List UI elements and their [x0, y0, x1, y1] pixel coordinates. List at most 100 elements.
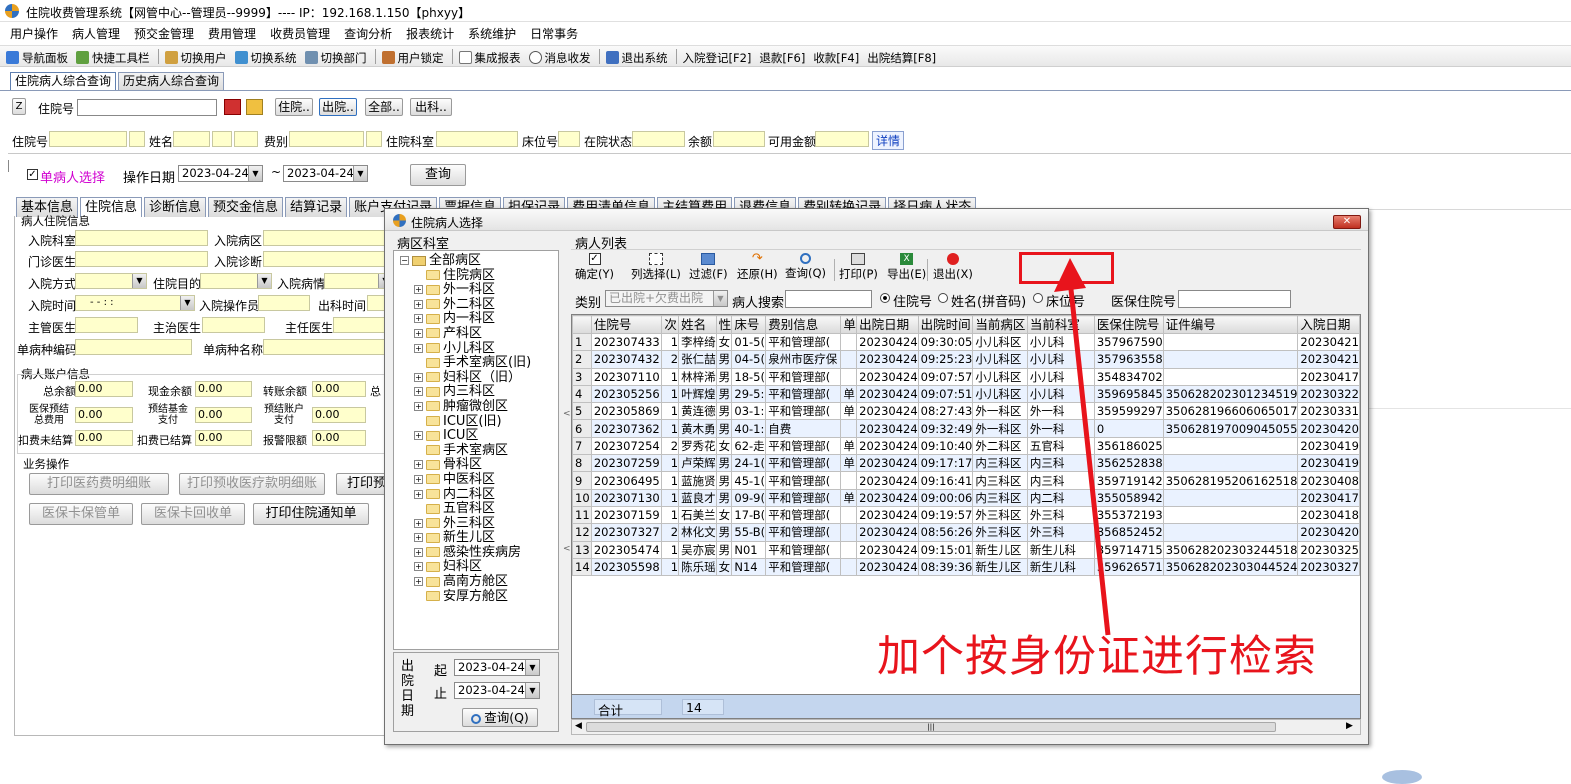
tab-diagnosis[interactable]: 诊断信息 — [144, 197, 207, 217]
tree-item[interactable]: + 中医科区 — [400, 472, 558, 488]
table-row[interactable]: 14 202305598 1 陈乐瑶女 N14 平和管理部(20230424 08:39:3… — [572, 557, 1360, 577]
expand-icon[interactable]: + — [414, 285, 423, 295]
chevron-down-icon[interactable]: ▼ — [525, 660, 539, 675]
menu-item[interactable]: 病人管理 — [72, 27, 120, 41]
table-row[interactable]: 6 202307362 1 黄木勇男 40-1: 自费 20230424 09:32:49 外一… — [572, 419, 1360, 438]
scroll-right-icon[interactable]: ▶ — [1346, 721, 1353, 731]
horizontal-scrollbar[interactable]: ◀ ||| ▶ — [571, 719, 1361, 735]
expand-icon[interactable]: + — [414, 533, 423, 543]
chevron-down-icon[interactable]: ▼ — [248, 166, 262, 181]
column-header[interactable]: 当前病区 — [972, 315, 1028, 334]
print-admission-notice-button[interactable]: 打印住院通知单 — [253, 503, 369, 525]
table-row[interactable]: 10 202307130 1 蓝良才男 09-9(平和管理部(单 20230424 09:0… — [572, 488, 1360, 507]
expand-icon[interactable]: + — [414, 328, 423, 338]
splitter-handle[interactable]: < — [563, 544, 571, 558]
tree-item[interactable]: + 肿瘤微创区 — [400, 399, 558, 415]
tab-inpatient-query[interactable]: 住院病人综合查询 — [10, 72, 117, 90]
toolbar-switch-user[interactable]: 切换用户 — [164, 49, 227, 66]
close-icon[interactable]: ✕ — [1333, 215, 1361, 229]
inpatient-no-input[interactable] — [77, 99, 217, 116]
expand-icon[interactable]: + — [414, 372, 423, 382]
column-header[interactable]: 次 — [661, 315, 680, 334]
inpatient-button[interactable]: 住院.. — [275, 98, 313, 116]
chevron-down-icon[interactable]: ▼ — [713, 291, 727, 306]
table-row[interactable]: 1 202307433 1 李梓绮女 01-5(平和管理部(20230424 09:30:… — [572, 332, 1360, 352]
table-row[interactable]: 3 202307110 1 林梓浠男 18-5(平和管理部(20230424 09:07:… — [572, 367, 1360, 386]
expand-icon[interactable]: + — [414, 547, 423, 557]
admit-time-field[interactable]: - - : : ▼ — [75, 295, 195, 311]
splitter-handle[interactable] — [8, 160, 12, 172]
table-row[interactable]: 2 202307432 2 张仁喆男 04-5(泉州市医疗保 20230424 09:25:… — [572, 350, 1360, 369]
menu-item[interactable]: 报表统计 — [406, 27, 454, 41]
type-select[interactable]: 已出院+欠费出院 ▼ — [605, 290, 728, 307]
menu-item[interactable]: 用户操作 — [10, 27, 58, 41]
filter-tool[interactable]: 过滤(F) — [689, 253, 728, 282]
z-button[interactable]: Z — [12, 98, 26, 115]
expand-icon[interactable]: + — [414, 518, 423, 528]
column-header[interactable]: 入院日期 — [1297, 315, 1360, 334]
table-row[interactable]: 13 202305474 1 吴亦宸男 N01 平和管理部(20230424 09:15:0… — [572, 540, 1360, 559]
menu-item[interactable]: 日常事务 — [530, 27, 578, 41]
splitter-handle[interactable]: < — [563, 409, 571, 423]
column-header[interactable]: 性 — [715, 315, 733, 334]
menu-item[interactable]: 系统维护 — [468, 27, 516, 41]
scroll-thumb[interactable]: ||| — [586, 722, 1276, 732]
table-row[interactable]: 7 202307254 2 罗秀花女 62-走 平和管理部(单 20230424 09:10:… — [572, 436, 1360, 456]
patient-search-input[interactable] — [785, 290, 872, 308]
tab-history-query[interactable]: 历史病人综合查询 — [118, 72, 225, 90]
toolbar-refund[interactable]: 退款[F6] — [759, 49, 805, 66]
radio-name[interactable] — [938, 293, 948, 303]
toolbar-collect[interactable]: 收款[F4] — [813, 49, 859, 66]
table-row[interactable]: 12 202307327 2 林化文男 55-B(平和管理部(20230424 08:56… — [572, 523, 1360, 542]
purpose-select[interactable]: ▼ — [200, 273, 272, 289]
collapse-icon[interactable]: − — [400, 256, 409, 265]
discharge-from[interactable]: 2023-04-24 ▼ — [454, 659, 540, 676]
column-header[interactable]: 出院日期 — [856, 315, 919, 334]
expand-icon[interactable]: + — [414, 314, 423, 324]
single-patient-label[interactable]: 单病人选择 — [40, 167, 105, 186]
menu-item[interactable]: 费用管理 — [208, 27, 256, 41]
expand-icon[interactable]: + — [414, 299, 423, 309]
toolbar-shortcut[interactable]: 快捷工具栏 — [76, 49, 150, 66]
table-row[interactable]: 5 202305869 1 黄连德男 03-1: 平和管理部(单 20230424 08:27… — [572, 402, 1360, 421]
toolbar-message[interactable]: 消息收发 — [528, 49, 591, 66]
expand-icon[interactable]: + — [414, 431, 423, 441]
menu-item[interactable]: 收费员管理 — [270, 27, 330, 41]
expand-icon[interactable]: + — [414, 562, 423, 572]
tree-item[interactable]: 五官科区 — [400, 501, 558, 517]
column-header[interactable]: 证件编号 — [1162, 315, 1299, 334]
tree-item[interactable]: 手术室病区(旧) — [400, 355, 558, 371]
column-header[interactable]: 出院时间 — [917, 315, 974, 334]
tree-item[interactable]: + 外一科区 — [400, 282, 558, 298]
tree-item[interactable]: + 内三科区 — [400, 385, 558, 400]
discharged-button[interactable]: 出院.. — [319, 98, 357, 116]
expand-icon[interactable]: + — [414, 489, 423, 499]
op-date-to[interactable]: 2023-04-24 ▼ — [283, 165, 368, 182]
toolbar-lock-user[interactable]: 用户锁定 — [381, 49, 444, 66]
menu-item[interactable]: 查询分析 — [344, 27, 392, 41]
tree-item[interactable]: 住院病区 — [400, 268, 558, 284]
column-header[interactable] — [572, 315, 592, 334]
table-row[interactable]: 9 202306495 1 蓝施贤男 45-1(平和管理部(20230424 09:16:… — [572, 471, 1360, 490]
column-header[interactable]: 住院号 — [590, 315, 663, 334]
expand-icon[interactable]: + — [414, 343, 423, 353]
tree-item[interactable]: 手术室病区 — [400, 443, 558, 459]
toolbar-switch-system[interactable]: 切换系统 — [234, 49, 297, 66]
query-button[interactable]: 查询 — [410, 164, 466, 186]
tree-item[interactable]: + 内一科区 — [400, 312, 558, 327]
table-row[interactable]: 4 202305256 1 叶辉煌男 29-5: 平和管理部(单 20230424 09:07… — [572, 384, 1360, 404]
tree-item[interactable]: ICU区(旧) — [400, 414, 558, 430]
discharge-to[interactable]: 2023-04-24 ▼ — [454, 682, 540, 699]
tab-deposit[interactable]: 预交金信息 — [208, 197, 284, 217]
column-header[interactable]: 姓名 — [678, 315, 717, 334]
condition-select[interactable]: ▼ — [324, 273, 393, 289]
toolbar-switch-dept[interactable]: 切换部门 — [304, 49, 367, 66]
exit-tool[interactable]: 退出(X) — [933, 253, 973, 282]
query-tool[interactable]: 查询(Q) — [785, 253, 826, 281]
radio-inpatient-no[interactable] — [880, 293, 890, 303]
confirm-tool[interactable]: ✓ 确定(Y) — [575, 253, 614, 282]
op-date-from[interactable]: 2023-04-24 ▼ — [178, 165, 263, 182]
expand-icon[interactable]: + — [414, 577, 423, 587]
tree-item[interactable]: + 高南方舱区 — [400, 574, 558, 590]
tree-item[interactable]: + 产科区 — [400, 326, 558, 342]
